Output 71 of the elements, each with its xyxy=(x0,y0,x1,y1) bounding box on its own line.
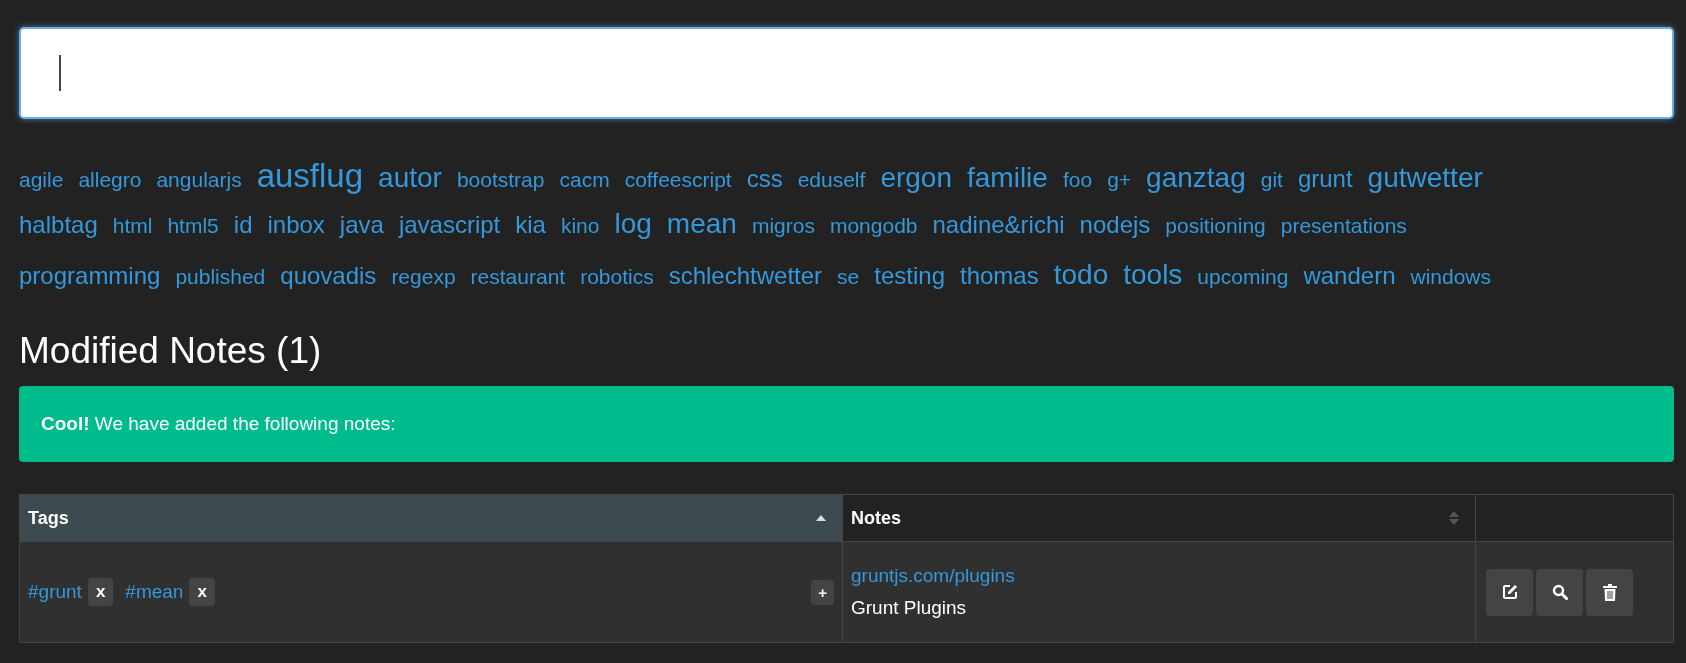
tag-link[interactable]: ausflug xyxy=(256,157,364,195)
delete-button[interactable] xyxy=(1586,568,1633,616)
remove-tag-button[interactable]: x xyxy=(87,578,114,606)
tag-link[interactable]: migros xyxy=(751,214,815,238)
tag-link[interactable]: ergon xyxy=(880,162,952,194)
section-heading: Modified Notes (1) xyxy=(19,330,323,372)
tag-link[interactable]: css xyxy=(746,165,783,193)
tag-link[interactable]: mean xyxy=(666,208,737,240)
tag-link[interactable]: tools xyxy=(1123,259,1183,291)
tag-link[interactable]: testing xyxy=(874,262,945,290)
tag-link[interactable]: positioning xyxy=(1165,214,1266,238)
tag-link[interactable]: #grunt xyxy=(28,581,82,603)
tag-link[interactable]: cacm xyxy=(559,168,610,192)
tag-link[interactable]: halbtag xyxy=(19,211,98,239)
edit-button[interactable] xyxy=(1486,568,1533,616)
tag-link[interactable]: bootstrap xyxy=(456,168,545,192)
tag-link[interactable]: robotics xyxy=(580,265,654,289)
tag-link[interactable]: ganztag xyxy=(1146,162,1246,194)
tag-link[interactable]: schlechtwetter xyxy=(668,262,823,290)
tag-link[interactable]: windows xyxy=(1410,265,1492,289)
tag-link[interactable]: inbox xyxy=(267,211,325,239)
text-cursor xyxy=(59,55,61,91)
tag-link[interactable]: log xyxy=(614,208,652,240)
tag-link[interactable]: id xyxy=(233,211,253,239)
tag-link[interactable]: coffeescript xyxy=(624,168,732,192)
tag-link[interactable]: foo xyxy=(1062,168,1093,192)
tag-link[interactable]: todo xyxy=(1053,259,1109,291)
sort-ascending-icon xyxy=(816,515,826,521)
success-alert: Cool! We have added the following notes: xyxy=(19,386,1674,462)
search-button[interactable] xyxy=(1536,568,1583,616)
tag-link[interactable]: agile xyxy=(19,168,64,192)
tag-link[interactable]: html5 xyxy=(167,214,219,238)
tag-link[interactable]: nadine&richi xyxy=(932,211,1065,239)
tag-link[interactable]: upcoming xyxy=(1197,265,1289,289)
tag-link[interactable]: #mean xyxy=(125,581,184,603)
tag-link[interactable]: g+ xyxy=(1107,168,1132,192)
tag-link[interactable]: presentations xyxy=(1280,214,1407,238)
tag-link[interactable]: restaurant xyxy=(470,265,566,289)
search-icon xyxy=(1551,584,1568,600)
column-header[interactable]: Notes xyxy=(842,494,1476,542)
tag-link[interactable]: thomas xyxy=(960,262,1039,290)
tag-link[interactable]: kino xyxy=(560,214,600,238)
tag-link[interactable]: nodejs xyxy=(1079,211,1151,239)
tag-link[interactable]: published xyxy=(175,265,266,289)
tag-link[interactable]: se xyxy=(837,265,860,289)
tag-link[interactable]: html xyxy=(112,214,153,238)
edit-icon xyxy=(1501,584,1518,600)
tag-link[interactable]: mongodb xyxy=(829,214,918,238)
note-link[interactable]: gruntjs.com/plugins xyxy=(851,565,1015,587)
tag-link[interactable]: javascript xyxy=(398,211,501,239)
column-header[interactable]: Tags xyxy=(19,494,843,542)
tag-link[interactable]: angularjs xyxy=(156,168,242,192)
tag-link[interactable]: autor xyxy=(378,162,442,194)
remove-tag-button[interactable]: x xyxy=(189,578,215,606)
tag-link[interactable]: allegro xyxy=(78,168,142,192)
tag-link[interactable]: grunt xyxy=(1297,165,1353,193)
tag-link[interactable]: wandern xyxy=(1303,262,1396,290)
tag-link[interactable]: eduself xyxy=(797,168,866,192)
tag-link[interactable]: quovadis xyxy=(280,262,377,290)
tag-link[interactable]: git xyxy=(1260,168,1283,192)
trash-icon xyxy=(1602,583,1617,601)
tag-link[interactable]: gutwetter xyxy=(1367,162,1483,194)
sort-icon xyxy=(1449,511,1459,525)
add-tag-button[interactable]: + xyxy=(811,579,834,605)
tag-link[interactable]: regexp xyxy=(391,265,456,289)
tag-link[interactable]: programming xyxy=(19,262,161,290)
tag-link[interactable]: familie xyxy=(967,162,1048,194)
tag-link[interactable]: kia xyxy=(515,211,546,239)
tag-link[interactable]: java xyxy=(339,211,384,239)
note-title: Grunt Plugins xyxy=(851,597,968,619)
search-field[interactable] xyxy=(19,27,1674,119)
